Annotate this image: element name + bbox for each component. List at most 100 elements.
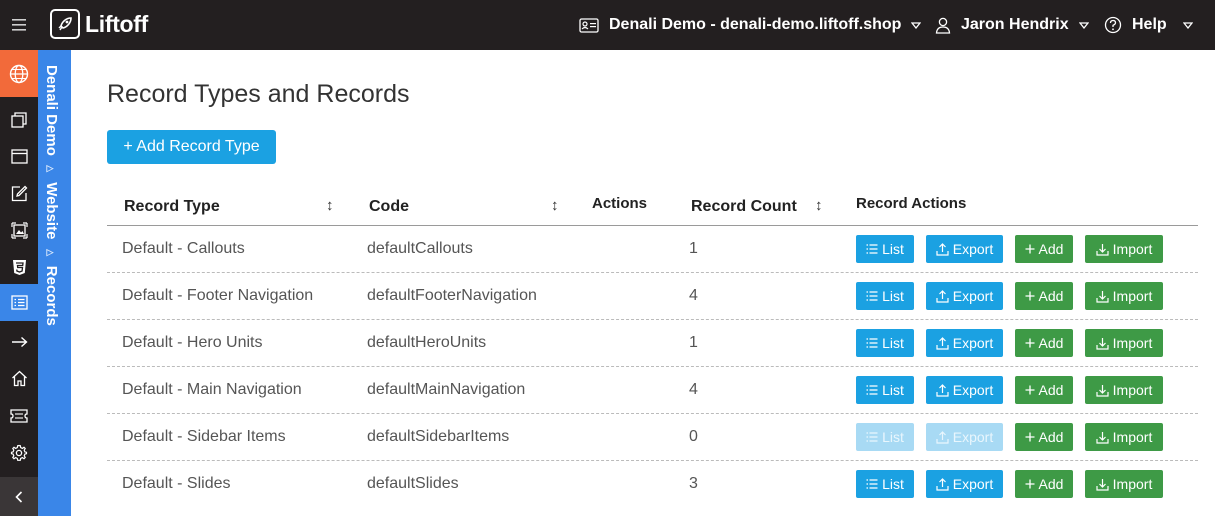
add-record-button[interactable]: Add — [1015, 329, 1073, 357]
app-logo[interactable]: Liftoff — [50, 8, 148, 40]
sort-icon[interactable]: ↕ — [326, 197, 334, 214]
records-icon[interactable] — [0, 284, 38, 321]
left-rail — [0, 50, 38, 516]
import-button[interactable]: Import — [1085, 235, 1163, 263]
plus-icon — [1025, 291, 1035, 301]
import-icon — [1096, 290, 1109, 303]
export-button[interactable]: Export — [926, 329, 1003, 357]
breadcrumb-item[interactable]: Website — [43, 182, 60, 239]
triangle-right-icon: ▷ — [46, 247, 56, 258]
table-header: Record Type ↕ Code ↕ Actions Record Coun… — [107, 183, 1198, 226]
export-icon — [936, 242, 949, 256]
code-cell: defaultCallouts — [367, 240, 473, 257]
export-icon — [936, 477, 949, 491]
export-button-label: Export — [952, 241, 994, 257]
list-button[interactable]: List — [856, 470, 914, 498]
list-button[interactable]: List — [856, 235, 914, 263]
export-icon — [936, 289, 949, 303]
record-count-cell: 1 — [689, 334, 698, 351]
export-button-label: Export — [952, 476, 994, 492]
id-card-icon — [579, 17, 599, 33]
import-button[interactable]: Import — [1085, 282, 1163, 310]
arrow-right-icon[interactable] — [0, 323, 38, 360]
export-button[interactable]: Export — [926, 376, 1003, 404]
window-icon[interactable] — [0, 138, 38, 175]
export-button[interactable]: Export — [926, 423, 1003, 451]
import-button[interactable]: Import — [1085, 376, 1163, 404]
table-row: Default - Callouts defaultCallouts 1 Lis… — [107, 226, 1198, 273]
export-button[interactable]: Export — [926, 282, 1003, 310]
app-name: Liftoff — [85, 10, 149, 37]
table-row: Default - Sidebar Items defaultSidebarIt… — [107, 414, 1198, 461]
image-icon[interactable] — [0, 212, 38, 249]
table-row: Default - Hero Units defaultHeroUnits 1 … — [107, 320, 1198, 367]
add-record-button[interactable]: Add — [1015, 376, 1073, 404]
breadcrumb: Denali Demo ▷ Website ▷ Records — [43, 65, 60, 326]
import-button-label: Import — [1112, 288, 1153, 304]
globe-icon[interactable] — [0, 50, 38, 97]
add-button-label: Add — [1038, 335, 1064, 351]
page-title: Record Types and Records — [107, 80, 410, 108]
edit-icon[interactable] — [0, 175, 38, 212]
list-icon — [866, 432, 878, 442]
sort-icon[interactable]: ↕ — [815, 197, 823, 214]
add-record-type-button[interactable]: + Add Record Type — [107, 130, 276, 164]
list-button[interactable]: List — [856, 376, 914, 404]
menu-icon[interactable] — [0, 0, 38, 50]
home-icon[interactable] — [0, 360, 38, 397]
import-button-label: Import — [1112, 382, 1153, 398]
sort-icon[interactable]: ↕ — [551, 197, 559, 214]
list-button[interactable]: List — [856, 329, 914, 357]
list-button-label: List — [882, 382, 904, 398]
list-button[interactable]: List — [856, 423, 914, 451]
code-cell: defaultHeroUnits — [367, 334, 487, 351]
question-icon — [1104, 16, 1122, 34]
list-button[interactable]: List — [856, 282, 914, 310]
css-icon[interactable] — [0, 249, 38, 286]
list-icon — [866, 291, 878, 301]
header-record-type[interactable]: Record Type — [124, 198, 220, 216]
export-icon — [936, 336, 949, 350]
ticket-icon[interactable] — [0, 397, 38, 434]
record-count-cell: 4 — [689, 287, 698, 304]
list-icon — [866, 338, 878, 348]
export-button[interactable]: Export — [926, 235, 1003, 263]
plus-icon — [1025, 244, 1035, 254]
record-type-cell: Default - Main Navigation — [122, 381, 302, 398]
record-count-cell: 4 — [689, 381, 698, 398]
rocket-icon — [50, 9, 80, 39]
breadcrumb-item[interactable]: Denali Demo — [43, 65, 60, 156]
export-button-label: Export — [952, 382, 994, 398]
import-icon — [1096, 431, 1109, 444]
header-actions: Actions — [592, 195, 648, 212]
import-button[interactable]: Import — [1085, 470, 1163, 498]
header-record-count[interactable]: Record Count — [691, 198, 797, 216]
pages-icon[interactable] — [0, 101, 38, 138]
code-cell: defaultSidebarItems — [367, 428, 510, 445]
list-icon — [866, 385, 878, 395]
user-name: Jaron Hendrix — [961, 16, 1069, 33]
chevron-down-icon — [911, 16, 922, 34]
add-record-button[interactable]: Add — [1015, 423, 1073, 451]
code-cell: defaultFooterNavigation — [367, 287, 537, 304]
import-button[interactable]: Import — [1085, 423, 1163, 451]
breadcrumb-item[interactable]: Records — [43, 266, 60, 326]
help-menu[interactable]: Help — [1104, 0, 1194, 50]
add-button-label: Add — [1038, 429, 1064, 445]
gear-icon[interactable] — [0, 434, 38, 471]
site-selector[interactable]: Denali Demo - denali-demo.liftoff.shop — [579, 0, 922, 50]
add-button-label: Add — [1038, 476, 1064, 492]
import-button-label: Import — [1112, 476, 1153, 492]
user-menu[interactable]: Jaron Hendrix — [935, 0, 1089, 50]
export-button[interactable]: Export — [926, 470, 1003, 498]
header-code[interactable]: Code — [369, 198, 409, 216]
header-record-actions: Record Actions — [856, 195, 967, 212]
plus-icon — [1025, 338, 1035, 348]
list-button-label: List — [882, 476, 904, 492]
collapse-icon[interactable] — [0, 477, 38, 516]
record-types-table: Record Type ↕ Code ↕ Actions Record Coun… — [107, 183, 1198, 508]
add-record-button[interactable]: Add — [1015, 235, 1073, 263]
add-record-button[interactable]: Add — [1015, 470, 1073, 498]
add-record-button[interactable]: Add — [1015, 282, 1073, 310]
import-button[interactable]: Import — [1085, 329, 1163, 357]
